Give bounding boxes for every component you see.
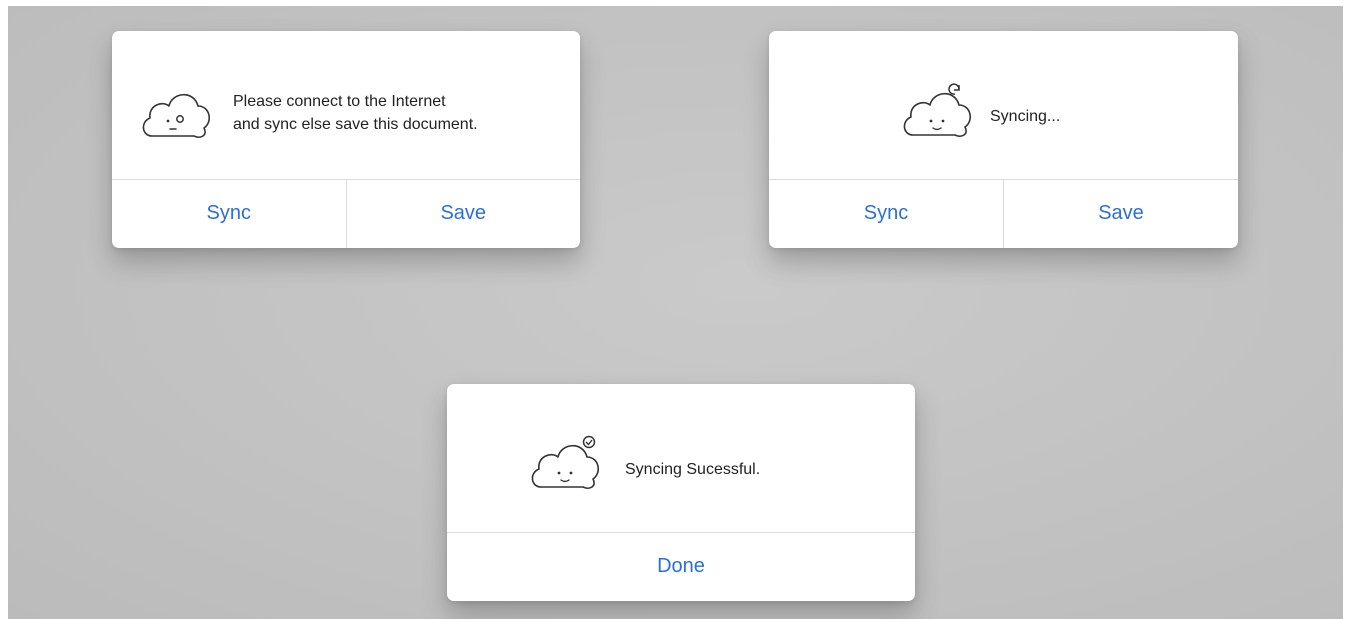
alert-message-area: Syncing... [769, 31, 1238, 180]
alert-message-area: Please connect to the Internet and sync … [112, 31, 580, 180]
alert-message: Syncing... [990, 108, 1061, 125]
save-button[interactable]: Save [1003, 179, 1238, 248]
cloud-refresh-icon [903, 83, 972, 137]
cloud-check-icon [531, 435, 600, 489]
alert-button-row: Sync Save [769, 179, 1238, 248]
alert-button-row: Done [447, 532, 915, 601]
message-line-1: Please connect to the Internet [233, 93, 446, 110]
message-line-2: and sync else save this document. [233, 116, 478, 133]
sync-button[interactable]: Sync [769, 179, 1003, 248]
alert-message-area: Syncing Sucessful. [447, 384, 915, 533]
alert-button-row: Sync Save [112, 179, 580, 248]
save-button[interactable]: Save [345, 179, 581, 248]
success-alert: Syncing Sucessful. Done [447, 384, 915, 601]
sad-cloud-icon [142, 93, 211, 138]
syncing-alert: Syncing... Sync Save [769, 31, 1238, 248]
background-canvas: Please connect to the Internet and sync … [8, 6, 1343, 619]
alert-message: Please connect to the Internet and sync … [233, 90, 573, 136]
done-button[interactable]: Done [447, 532, 915, 601]
alert-message: Syncing Sucessful. [625, 461, 761, 478]
sync-button[interactable]: Sync [112, 179, 346, 248]
offline-alert: Please connect to the Internet and sync … [112, 31, 580, 248]
